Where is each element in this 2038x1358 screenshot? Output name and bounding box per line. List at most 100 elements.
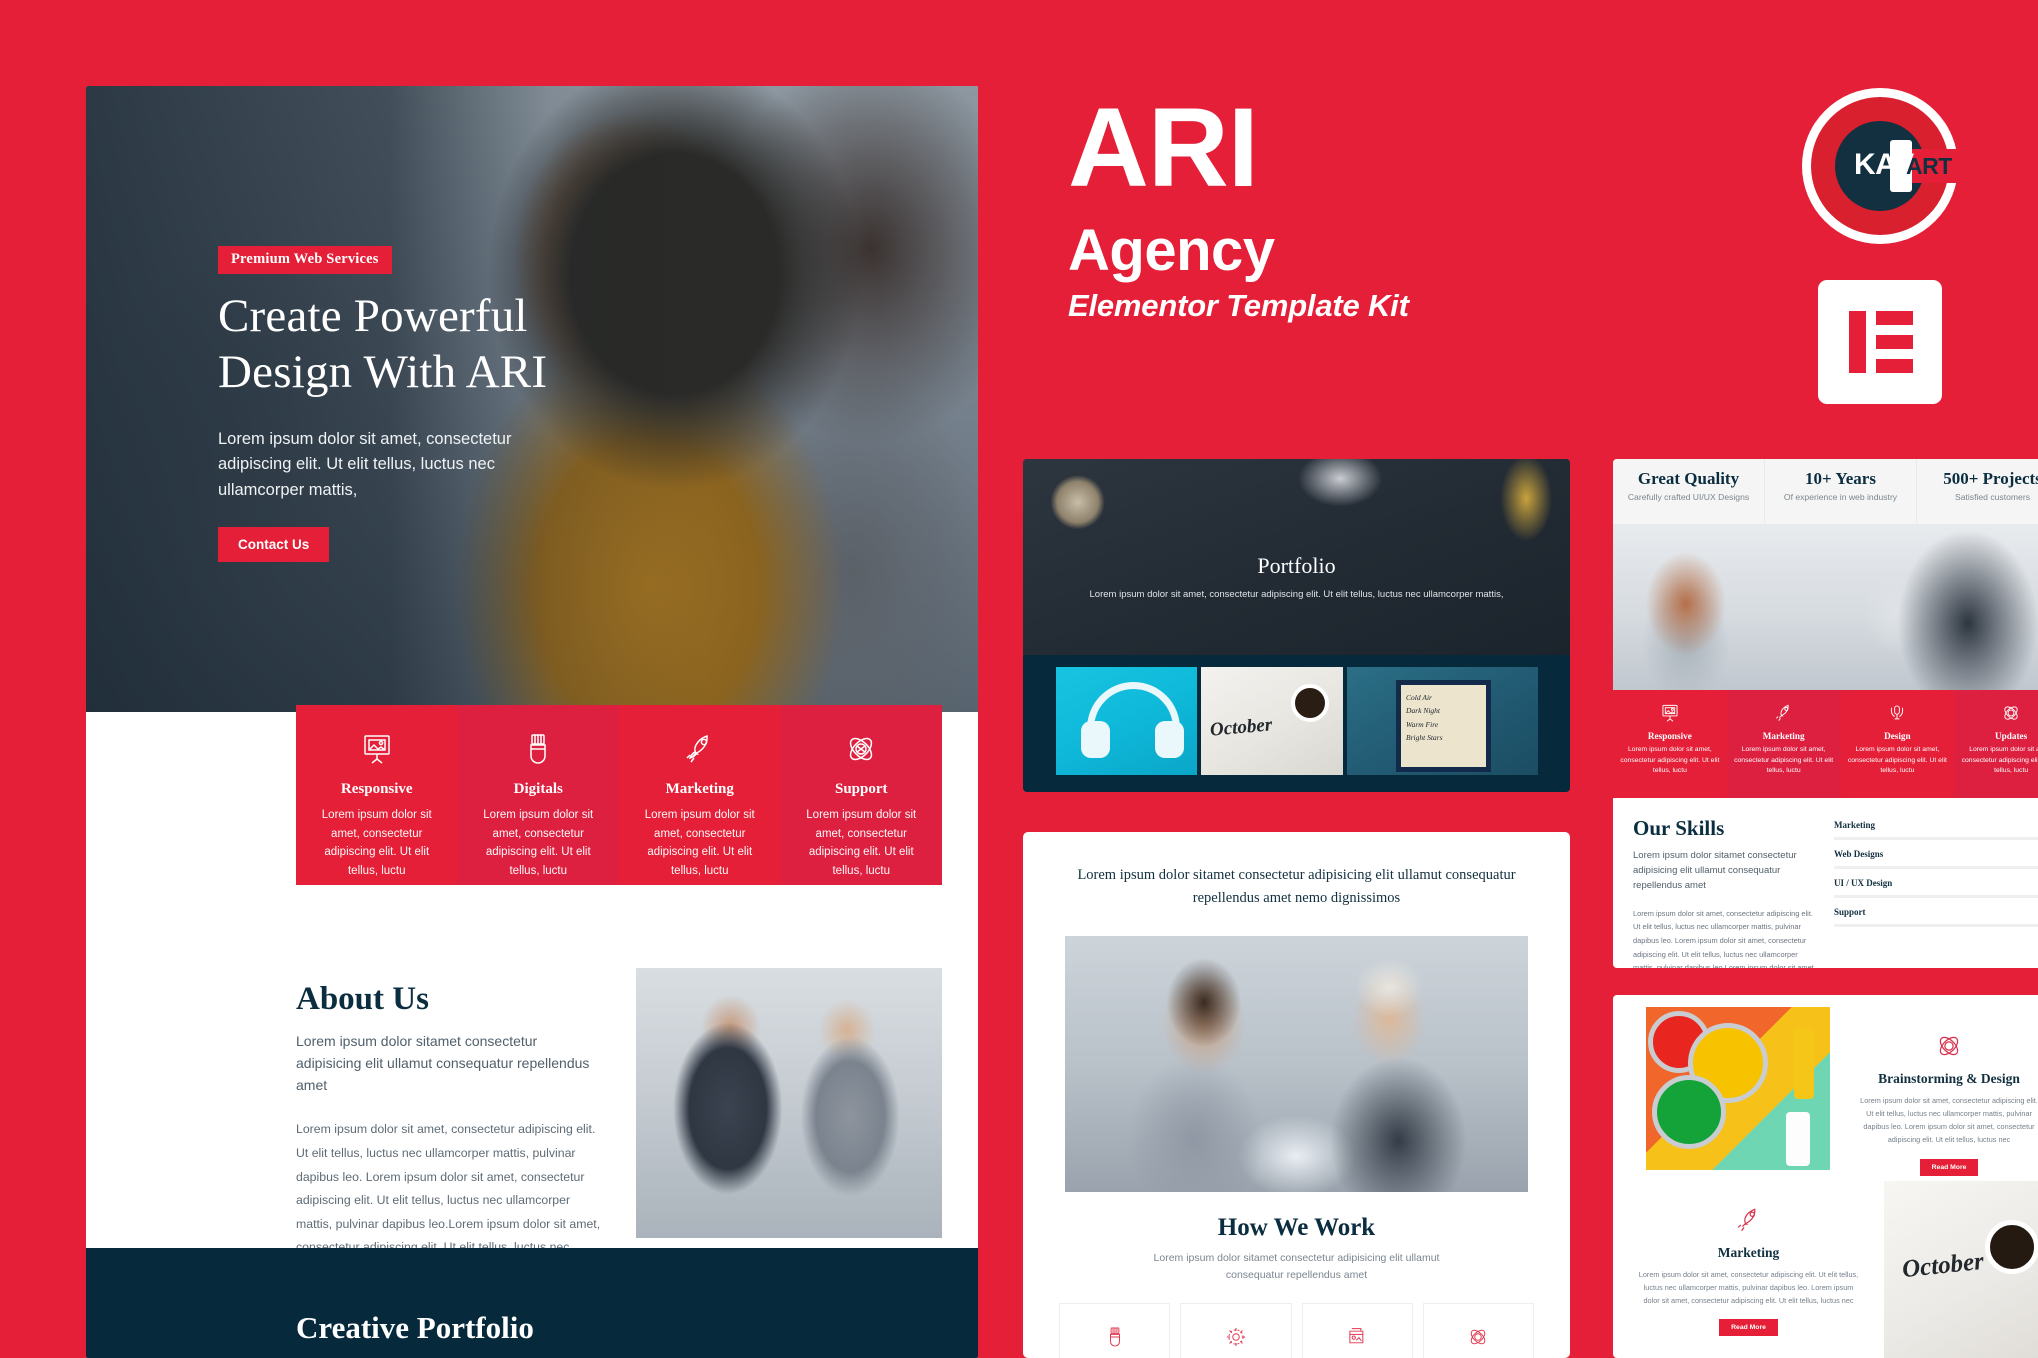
- service-card[interactable]: Digitals Lorem ipsum dolor sit amet, con…: [457, 705, 619, 885]
- skills-preview-card: Great Quality Carefully crafted UI/UX De…: [1613, 459, 2038, 968]
- work-card[interactable]: Connections Lorem ipsum dolor sit amet, …: [1301, 1302, 1413, 1358]
- portfolio-hero-photo: Portfolio Lorem ipsum dolor sit amet, co…: [1023, 459, 1570, 655]
- work-card[interactable]: Reviews Lorem ipsum dolor sit amet, cons…: [1422, 1302, 1534, 1358]
- feature-read-more-button[interactable]: Read More: [1919, 1158, 1979, 1176]
- contact-us-button[interactable]: Contact Us: [218, 527, 330, 563]
- service-text: Lorem ipsum dolor sit amet, consectetur …: [1734, 746, 1834, 775]
- stats-bar: Great Quality Carefully crafted UI/UX De…: [1613, 459, 2038, 524]
- pen-holder-icon: [1068, 1320, 1161, 1354]
- paint-roller-yellow: [1794, 1027, 1814, 1099]
- feature-block-text: Marketing Lorem ipsum dolor sit amet, co…: [1613, 1181, 1884, 1358]
- work-card[interactable]: Developes Lorem ipsum dolor sit amet, co…: [1180, 1302, 1292, 1358]
- skill-item: Marketing: [1834, 820, 2038, 840]
- presentation-board-icon: [310, 727, 444, 771]
- how-we-work-subtitle: Lorem ipsum dolor sitamet consectetur ad…: [1153, 1251, 1440, 1281]
- how-we-work-cards: Design Lorem ipsum dolor sit amet, conse…: [1059, 1302, 1534, 1358]
- skills-list: Marketing Web Designs UI / UX Design Sup…: [1834, 816, 2038, 968]
- service-card[interactable]: Responsive Lorem ipsum dolor sit amet, c…: [296, 705, 458, 885]
- service-card[interactable]: Design Lorem ipsum dolor sit amet, conse…: [1840, 690, 1955, 798]
- presentation-board-icon: [1619, 700, 1721, 726]
- skill-item: Support: [1834, 907, 2038, 927]
- hero-title-line1: Create Powerful: [218, 290, 528, 342]
- october-calendar-photo: [1884, 1181, 2038, 1358]
- how-we-work-photo: [1065, 935, 1528, 1192]
- skill-progress-bar: [1834, 866, 2038, 869]
- paint-roller-white: [1786, 1112, 1810, 1166]
- paint-can-green: [1652, 1075, 1726, 1149]
- right-service-strip: Responsive Lorem ipsum dolor sit amet, c…: [1613, 690, 2038, 798]
- how-we-work-preview-card: Lorem ipsum dolor sitamet consectetur ad…: [1023, 832, 1570, 1358]
- creative-portfolio-title: Creative Portfolio: [296, 1310, 534, 1345]
- logo-kav-text: KAV: [1854, 148, 1914, 181]
- service-card[interactable]: Updates Lorem ipsum dolor sit amet, cons…: [1954, 690, 2038, 798]
- elementor-bar-2: [1876, 335, 1913, 349]
- stat-item: 10+ Years Of experience in web industry: [1764, 459, 1916, 524]
- service-text: Lorem ipsum dolor sit amet, consectetur …: [806, 809, 917, 877]
- feature-read-more-button[interactable]: Read More: [1719, 1319, 1778, 1337]
- service-card[interactable]: Support Lorem ipsum dolor sit amet, cons…: [780, 705, 942, 885]
- service-cards-strip: Responsive Lorem ipsum dolor sit amet, c…: [296, 705, 942, 885]
- team-photo: [1613, 524, 2038, 690]
- our-skills-lead: Lorem ipsum dolor sitamet consectetur ad…: [1633, 850, 1797, 892]
- service-card[interactable]: Responsive Lorem ipsum dolor sit amet, c…: [1613, 690, 1727, 798]
- brand-block: ARI Agency Elementor Template Kit: [1068, 91, 1628, 324]
- service-title: Marketing: [665, 781, 734, 797]
- stat-item: Great Quality Carefully crafted UI/UX De…: [1613, 459, 1764, 524]
- skill-item: UI / UX Design: [1834, 878, 2038, 898]
- feature-block-text: Brainstorming & Design Lorem ipsum dolor…: [1830, 995, 2038, 1181]
- skill-progress-bar: [1834, 895, 2038, 898]
- service-title: Updates: [1995, 731, 2028, 741]
- stat-value: Great Quality: [1637, 469, 1740, 488]
- atom-network-icon: [1960, 700, 2038, 726]
- stat-item: 500+ Projects Satisfied customers: [1916, 459, 2038, 524]
- headphones-photo[interactable]: [1056, 667, 1198, 775]
- rocket-icon: [1733, 700, 1835, 726]
- service-title: Support: [834, 781, 888, 797]
- service-title: Digitals: [513, 781, 563, 797]
- feature-block-row: Marketing Lorem ipsum dolor sit amet, co…: [1613, 1181, 2038, 1358]
- stat-value: 10+ Years: [1805, 469, 1876, 488]
- work-card[interactable]: Design Lorem ipsum dolor sit amet, conse…: [1059, 1302, 1171, 1358]
- skill-name: Web Designs: [1834, 849, 1884, 859]
- stat-label: Of experience in web industry: [1783, 492, 1898, 502]
- service-title: Marketing: [1762, 731, 1805, 741]
- service-text: Lorem ipsum dolor sit amet, consectetur …: [321, 809, 432, 877]
- stat-label: Satisfied customers: [1955, 492, 2030, 502]
- about-photo: [636, 968, 942, 1238]
- our-skills-body: Lorem ipsum dolor sit amet, consectetur …: [1633, 908, 1816, 968]
- about-heading: About Us: [296, 981, 429, 1017]
- skill-progress-bar: [1834, 924, 2038, 927]
- atom-network-icon: [1432, 1320, 1525, 1354]
- our-skills-heading: Our Skills: [1633, 816, 1725, 840]
- hero-title-line2: Design With ARI: [218, 346, 548, 399]
- framed-quote-photo[interactable]: [1346, 667, 1539, 775]
- feature-text: Lorem ipsum dolor sit amet, consectetur …: [1638, 1270, 1859, 1306]
- skill-name: Support: [1834, 907, 1866, 917]
- skill-name: UI / UX Design: [1834, 878, 1893, 888]
- skills-text-column: Our Skills Lorem ipsum dolor sitamet con…: [1633, 816, 1818, 968]
- skill-progress-bar: [1834, 837, 2038, 840]
- portfolio-gallery: [1056, 667, 1539, 775]
- october-calendar-photo[interactable]: [1201, 667, 1343, 775]
- award-icon: [1847, 700, 1949, 726]
- service-text: Lorem ipsum dolor sit amet, consectetur …: [644, 809, 755, 877]
- service-card[interactable]: Marketing Lorem ipsum dolor sit amet, co…: [619, 705, 781, 885]
- service-text: Lorem ipsum dolor sit amet, consectetur …: [483, 809, 594, 877]
- atom-network-icon: [1856, 1029, 2038, 1063]
- skill-item: Web Designs: [1834, 849, 2038, 869]
- our-skills-section: Our Skills Lorem ipsum dolor sitamet con…: [1613, 798, 2038, 968]
- service-title: Responsive: [1647, 731, 1692, 741]
- skill-name: Marketing: [1834, 820, 1875, 830]
- logo-art-text: ART: [1906, 153, 1952, 179]
- service-card[interactable]: Marketing Lorem ipsum dolor sit amet, co…: [1726, 690, 1841, 798]
- service-text: Lorem ipsum dolor sit amet, consectetur …: [1847, 746, 1947, 775]
- feature-title: Brainstorming & Design: [1878, 1071, 2020, 1086]
- brand-subtitle: Agency: [1068, 218, 1275, 284]
- how-we-work-lead: Lorem ipsum dolor sitamet consectetur ad…: [1077, 867, 1516, 906]
- hero-section: Premium Web Services Create Powerful Des…: [86, 86, 978, 712]
- paint-cans-photo: [1646, 1007, 1830, 1170]
- portfolio-subtitle: Lorem ipsum dolor sit amet, consectetur …: [1089, 589, 1504, 600]
- about-lead: Lorem ipsum dolor sitamet consectetur ad…: [296, 1033, 590, 1094]
- atom-network-icon: [795, 727, 929, 771]
- service-text: Lorem ipsum dolor sit amet, consectetur …: [1620, 746, 1720, 775]
